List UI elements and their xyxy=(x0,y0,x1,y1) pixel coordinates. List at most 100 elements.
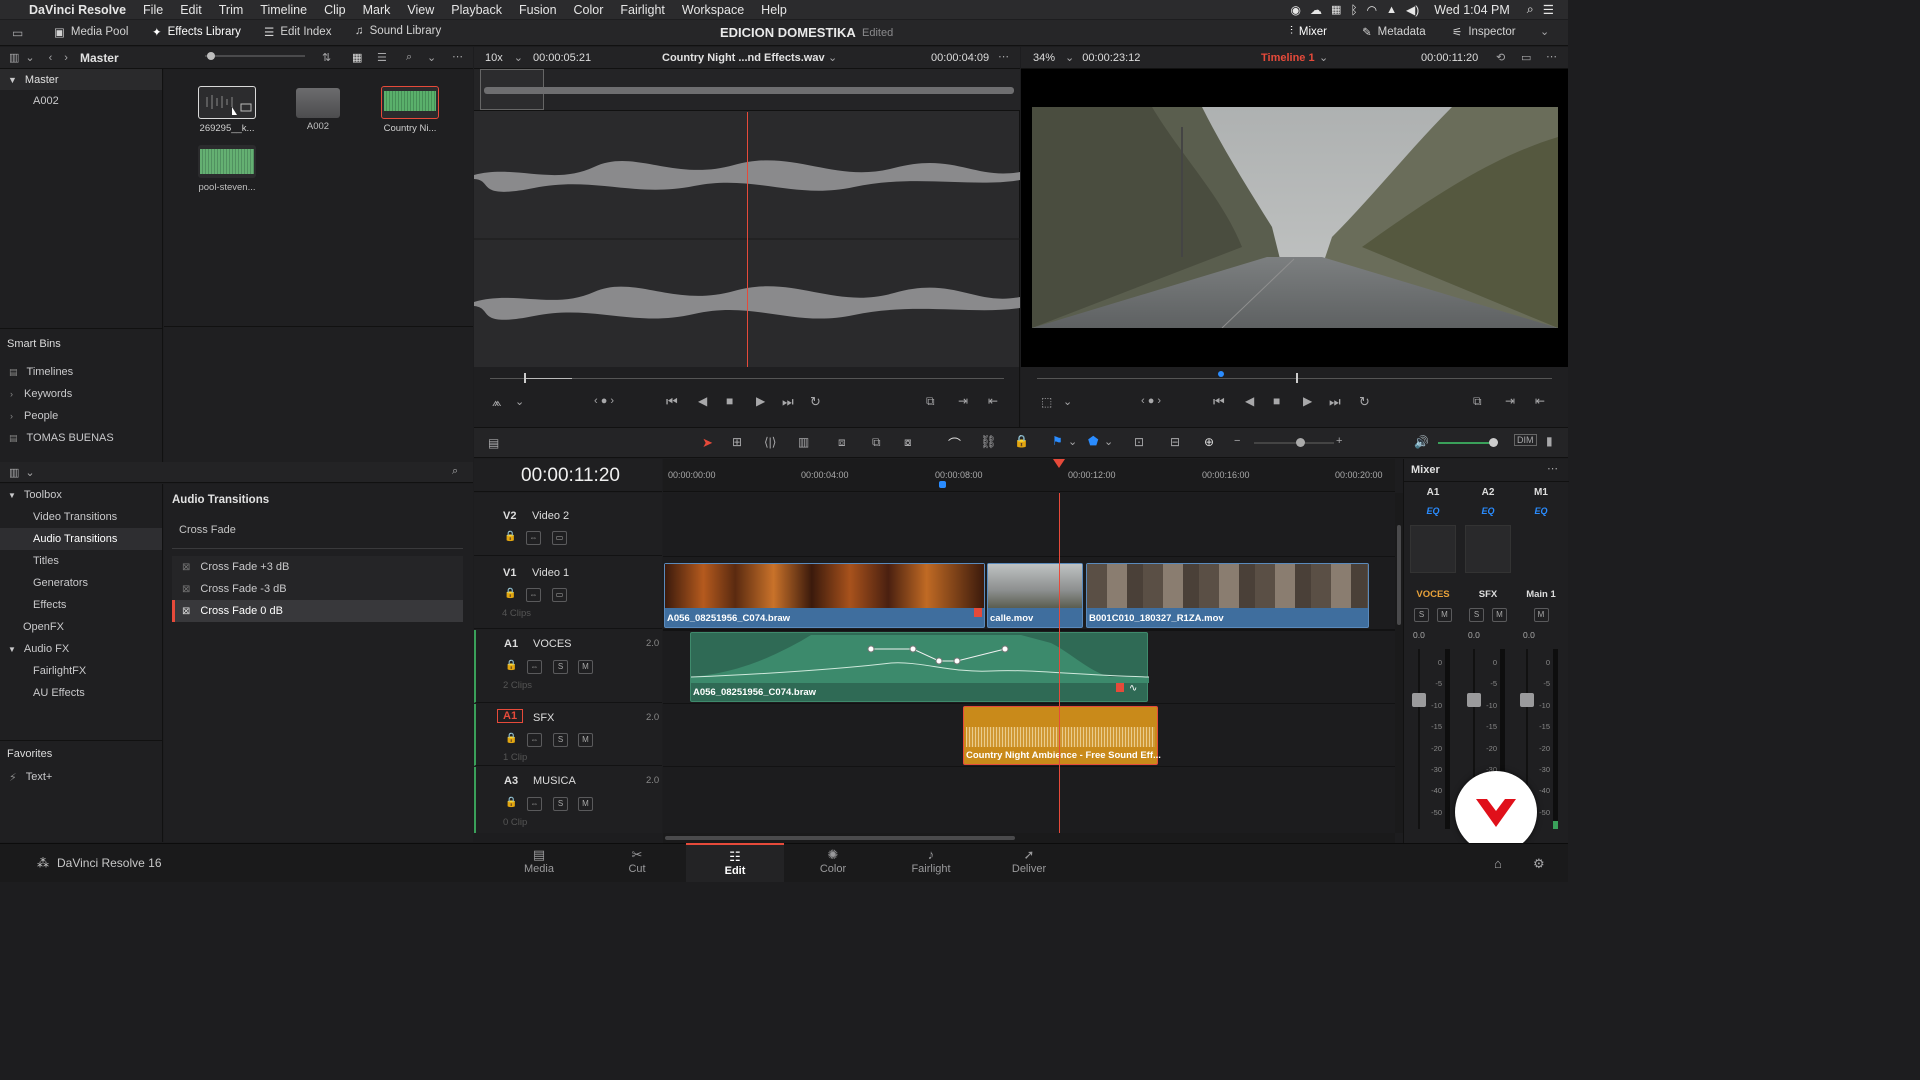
lock-icon[interactable]: 🔒 xyxy=(504,588,516,599)
search-icon[interactable]: ⌕ xyxy=(406,51,412,64)
menu-help[interactable]: Help xyxy=(761,3,787,17)
detail-zoom-icon[interactable]: ⊟ xyxy=(1170,435,1180,449)
zoom-in-icon[interactable]: + xyxy=(1336,435,1342,447)
timeline-jog-bar[interactable] xyxy=(1037,378,1552,379)
smart-bin-keywords[interactable]: › Keywords xyxy=(0,383,162,405)
audio-clip[interactable]: A056_08251956_C074.braw ∿ xyxy=(690,632,1150,702)
chevron-down-icon[interactable]: ⌄ xyxy=(1068,435,1077,448)
mute-button[interactable]: M xyxy=(578,660,593,674)
jump-end-icon[interactable]: ⏭ xyxy=(1329,394,1341,410)
loop-icon[interactable]: ↻ xyxy=(1359,394,1370,410)
match-frame-icon[interactable]: ⧉ xyxy=(926,394,935,409)
mute-button[interactable]: M xyxy=(1533,608,1549,622)
favorite-text-plus[interactable]: ⚡ Text+ xyxy=(0,766,163,788)
lock-icon[interactable]: 🔒 xyxy=(505,797,517,808)
chevron-down-icon[interactable]: ⌄ xyxy=(1063,395,1072,408)
spotlight-search-icon[interactable]: ⌕ xyxy=(1527,2,1534,17)
trim-tool-icon[interactable]: ⊞ xyxy=(732,435,742,449)
mark-in-icon[interactable]: ⇥ xyxy=(958,394,968,408)
more-options-icon[interactable]: ⋯ xyxy=(998,50,1009,63)
transition-item-selected[interactable]: ⊠ Cross Fade 0 dB xyxy=(172,600,463,622)
media-pool-button[interactable]: ▣ Media Pool xyxy=(54,25,128,39)
thumbnail-view-icon[interactable]: ▦ xyxy=(352,51,362,64)
mark-in-icon[interactable]: ⇥ xyxy=(1505,394,1515,408)
settings-gear-icon[interactable]: ⚙ xyxy=(1533,856,1545,872)
auto-select-icon[interactable]: ⇔ xyxy=(527,733,542,747)
jump-start-icon[interactable]: ⏮ xyxy=(666,394,678,410)
meter-icon[interactable]: ▮ xyxy=(1546,434,1553,448)
position-lock-icon[interactable]: 🔒 xyxy=(1014,434,1029,448)
source-clip-name[interactable]: Country Night ...nd Effects.wav xyxy=(662,52,825,64)
jog-shuttle-icon[interactable]: ‹ ● › xyxy=(594,395,614,407)
pan-control[interactable] xyxy=(1410,525,1456,573)
marker-icon[interactable]: ⬟ xyxy=(1088,434,1098,448)
overwrite-clip-icon[interactable]: ⧉ xyxy=(872,435,881,450)
smart-bin-people[interactable]: › People xyxy=(0,405,162,427)
back-arrow-icon[interactable]: ‹ xyxy=(49,52,53,64)
jump-end-icon[interactable]: ⏭ xyxy=(782,394,794,410)
bin-master[interactable]: ▼ Master xyxy=(0,69,162,90)
tree-generators[interactable]: Generators xyxy=(0,572,162,594)
sort-icon[interactable]: ⇅ xyxy=(322,51,331,64)
edit-index-button[interactable]: ☰ Edit Index xyxy=(264,25,331,39)
clip-marker[interactable] xyxy=(1116,683,1124,692)
clip-269295[interactable]: 269295__k... xyxy=(198,86,256,134)
replace-clip-icon[interactable]: ⧇ xyxy=(904,435,912,450)
home-icon[interactable]: ⌂ xyxy=(1494,856,1502,871)
sfx-audio-clip[interactable]: Country Night Ambience - Free Sound Eff.… xyxy=(963,706,1161,765)
tree-video-transitions[interactable]: Video Transitions xyxy=(0,506,162,528)
menu-fairlight[interactable]: Fairlight xyxy=(620,3,664,17)
timeline-tracks[interactable]: A056_08251956_C074.braw calle.mov B001C0… xyxy=(663,493,1395,833)
solo-button[interactable]: S xyxy=(553,733,568,747)
dim-button[interactable]: DIM xyxy=(1514,434,1537,446)
play-icon[interactable]: ▶ xyxy=(756,394,765,408)
more-options-icon[interactable]: ⋯ xyxy=(1546,50,1557,63)
scrollbar-thumb[interactable] xyxy=(1397,525,1401,625)
record-status-icon[interactable]: ◉ xyxy=(1291,3,1301,17)
page-edit[interactable]: ☷ Edit xyxy=(686,843,784,882)
page-cut[interactable]: ✂ Cut xyxy=(588,843,686,882)
bin-a002[interactable]: A002 xyxy=(0,90,162,112)
menu-timeline[interactable]: Timeline xyxy=(260,3,307,17)
smart-bin-timelines[interactable]: ▤ Timelines xyxy=(0,361,162,383)
creative-cloud-icon[interactable]: ☁ xyxy=(1310,3,1322,17)
chevron-down-icon[interactable]: ▼ xyxy=(8,75,17,85)
timeline-viewer-zoom[interactable]: 34% xyxy=(1033,52,1055,64)
track-name[interactable]: Video 1 xyxy=(532,567,569,579)
menu-workspace[interactable]: Workspace xyxy=(682,3,744,17)
clip-country-night[interactable]: Country Ni... xyxy=(381,86,439,134)
track-name[interactable]: VOCES xyxy=(533,638,572,650)
mute-button[interactable]: M xyxy=(1492,608,1507,622)
zoom-slider-knob[interactable] xyxy=(1296,438,1305,447)
clock-text[interactable]: Wed 1:04 PM xyxy=(1434,3,1510,17)
mute-button[interactable]: M xyxy=(1437,608,1452,622)
safe-area-icon[interactable]: ⬚ xyxy=(1041,395,1052,409)
scrollbar-thumb[interactable] xyxy=(665,836,1015,840)
linked-selection-icon[interactable]: ⛓ xyxy=(980,434,997,450)
jog-shuttle-icon[interactable]: ‹ ● › xyxy=(1141,395,1161,407)
expand-panel-icon[interactable]: ⌄ xyxy=(1540,25,1549,38)
source-waveform-viewer[interactable] xyxy=(474,69,1020,367)
video-clip[interactable]: B001C010_180327_R1ZA.mov xyxy=(1086,563,1369,628)
mixer-button[interactable]: ⫶ Mixer xyxy=(1290,25,1327,38)
timeline-vertical-scrollbar[interactable] xyxy=(1395,493,1403,833)
bluetooth-icon[interactable]: ᛒ xyxy=(1350,3,1357,17)
folder-a002[interactable]: A002 xyxy=(294,86,342,132)
mute-button[interactable]: M xyxy=(578,733,593,747)
zoom-out-icon[interactable]: − xyxy=(1234,435,1240,447)
page-color[interactable]: ✺ Color xyxy=(784,843,882,882)
metadata-button[interactable]: ✎ Metadata xyxy=(1362,25,1426,39)
timeline-viewer[interactable] xyxy=(1021,69,1568,367)
channel-eq[interactable]: EQ xyxy=(1407,506,1459,516)
lock-icon[interactable]: 🔒 xyxy=(505,660,517,671)
stop-icon[interactable]: ■ xyxy=(726,394,733,408)
fader-knob[interactable] xyxy=(1412,693,1426,707)
search-options-chevron-icon[interactable]: ⌄ xyxy=(427,51,436,64)
track-name[interactable]: MUSICA xyxy=(533,775,576,787)
volume-slider-knob[interactable] xyxy=(1489,438,1498,447)
clip-pool-steven[interactable]: pool-steven... xyxy=(198,145,256,193)
lock-icon[interactable]: 🔒 xyxy=(504,531,516,542)
workspace-layout-icon[interactable]: ▭ xyxy=(12,26,23,40)
menu-trim[interactable]: Trim xyxy=(219,3,244,17)
page-deliver[interactable]: ➚ Deliver xyxy=(980,843,1078,882)
